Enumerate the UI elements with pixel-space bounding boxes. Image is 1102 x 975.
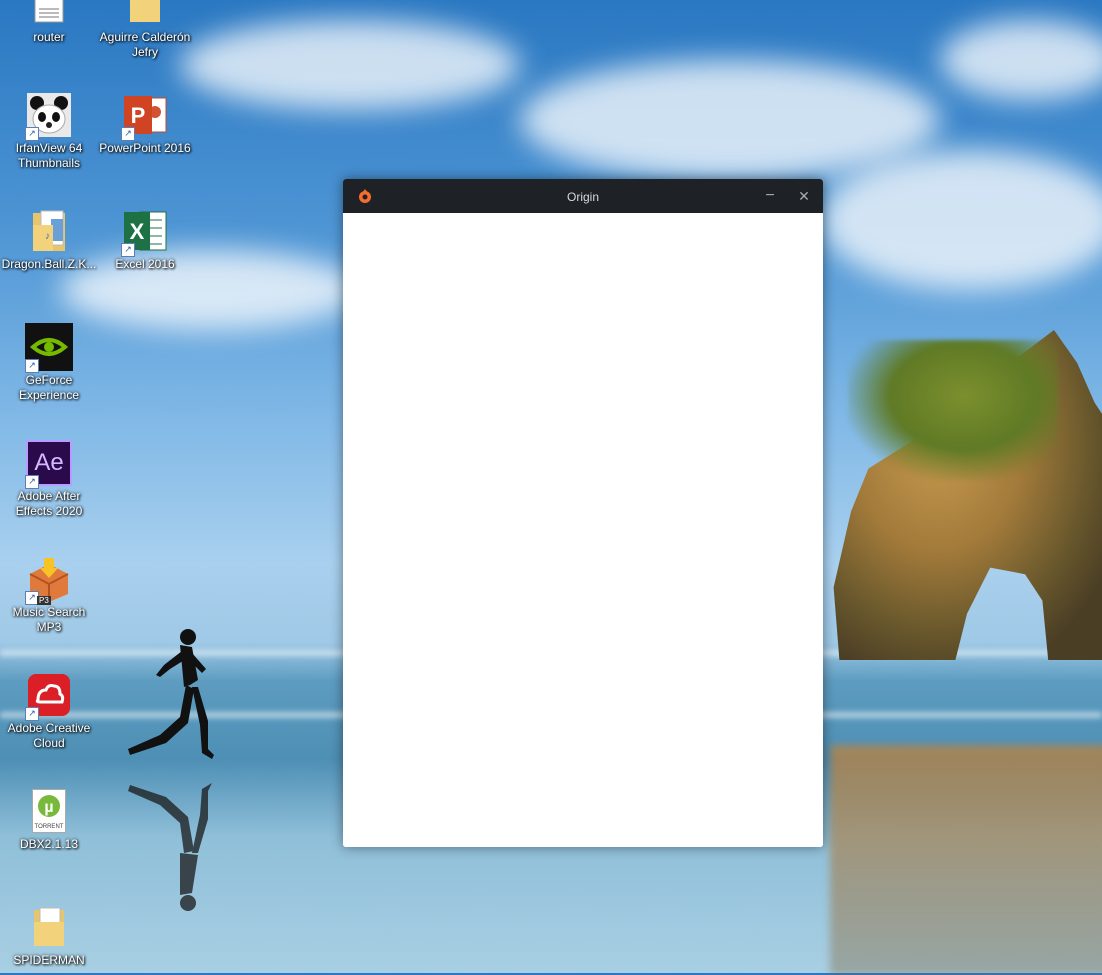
desktop-icon-label: PowerPoint 2016 — [99, 141, 191, 155]
cloud — [820, 150, 1102, 290]
desktop-icon-label: DBX2.1.13 — [19, 837, 79, 851]
desktop-icon-excel[interactable]: X ↗ Excel 2016 — [97, 207, 193, 272]
shortcut-arrow-icon: ↗ — [25, 707, 39, 721]
window-title: Origin — [566, 190, 599, 204]
desktop-icon-label: Music Search MP3 — [12, 605, 86, 634]
cloud — [940, 20, 1102, 100]
panda-icon: ↗ — [25, 91, 73, 141]
shortcut-arrow-icon: ↗ — [121, 127, 135, 141]
window-content-area — [343, 213, 823, 847]
desktop-icon-music-search[interactable]: ↗ P3 Music Search MP3 — [1, 555, 97, 635]
excel-icon: X ↗ — [121, 207, 169, 257]
runner-silhouette — [128, 629, 214, 759]
close-icon: ✕ — [798, 187, 810, 204]
svg-text:P: P — [131, 103, 146, 128]
runner-reflection — [128, 783, 212, 911]
text-file-icon — [25, 0, 73, 28]
origin-window[interactable]: Origin − ✕ — [343, 179, 823, 847]
minimize-icon: − — [765, 187, 775, 204]
after-effects-icon: Ae ↗ — [25, 439, 73, 489]
nvidia-icon: ↗ — [25, 323, 73, 373]
desktop-icon-creative-cloud[interactable]: ↗ Adobe Creative Cloud — [1, 671, 97, 751]
shortcut-arrow-icon: ↗ — [121, 243, 135, 257]
desktop-icon-aguirre-folder[interactable]: Aguirre Calderón Jefry — [97, 0, 193, 60]
desktop-icon-after-effects[interactable]: Ae ↗ Adobe After Effects 2020 — [1, 439, 97, 519]
p3-badge: P3 — [37, 596, 51, 605]
folder-icon — [121, 0, 169, 28]
rock-vegetation — [848, 340, 1058, 480]
desktop-icon-irfanview[interactable]: ↗ IrfanView 64 Thumbnails — [1, 91, 97, 171]
cloud — [520, 60, 940, 180]
shortcut-arrow-icon: ↗ — [25, 475, 39, 489]
desktop-icon-router[interactable]: router — [1, 0, 97, 45]
desktop-icon-label: SPIDERMAN — [13, 953, 85, 967]
svg-text:µ: µ — [44, 799, 53, 816]
svg-text:X: X — [130, 219, 145, 244]
window-titlebar[interactable]: Origin − ✕ — [343, 179, 823, 213]
creative-cloud-icon: ↗ — [25, 671, 73, 721]
desktop-icon-label: Adobe Creative Cloud — [7, 721, 91, 750]
desktop-icon-dragon-ball[interactable]: ♪ Dragon.Ball.Z.K... — [1, 207, 97, 272]
desktop-icon-label: router — [33, 30, 65, 44]
folder-icon — [25, 903, 73, 951]
powerpoint-icon: P ↗ — [121, 91, 169, 141]
desktop-icon-label: Adobe After Effects 2020 — [15, 489, 83, 518]
desktop-icon-dbx[interactable]: µ TORRENT DBX2.1.13 — [1, 787, 97, 852]
shortcut-arrow-icon: ↗ — [25, 359, 39, 373]
desktop-icon-label: Excel 2016 — [115, 257, 175, 271]
desktop-icon-label: Dragon.Ball.Z.K... — [1, 257, 97, 271]
desktop-icon-geforce[interactable]: ↗ GeForce Experience — [1, 323, 97, 403]
utorrent-file-icon: µ TORRENT — [25, 787, 73, 835]
shortcut-arrow-icon: ↗ — [25, 127, 39, 141]
cloud — [180, 20, 520, 110]
folder-music-icon: ♪ — [25, 207, 73, 255]
desktop-icon-label: IrfanView 64 Thumbnails — [15, 141, 83, 170]
desktop-icon-label: GeForce Experience — [18, 373, 80, 402]
torrent-caption: TORRENT — [34, 824, 64, 830]
rock-reflection — [830, 745, 1102, 975]
close-button[interactable]: ✕ — [787, 179, 821, 213]
music-box-icon: ↗ P3 — [25, 555, 73, 605]
minimize-button[interactable]: − — [753, 179, 787, 213]
desktop-icon-spiderman[interactable]: SPIDERMAN — [1, 903, 97, 968]
desktop-icon-label: Aguirre Calderón Jefry — [99, 30, 191, 59]
after-effects-letters: Ae — [34, 449, 64, 476]
desktop-icon-powerpoint[interactable]: P ↗ PowerPoint 2016 — [97, 91, 193, 156]
svg-text:♪: ♪ — [45, 231, 50, 242]
